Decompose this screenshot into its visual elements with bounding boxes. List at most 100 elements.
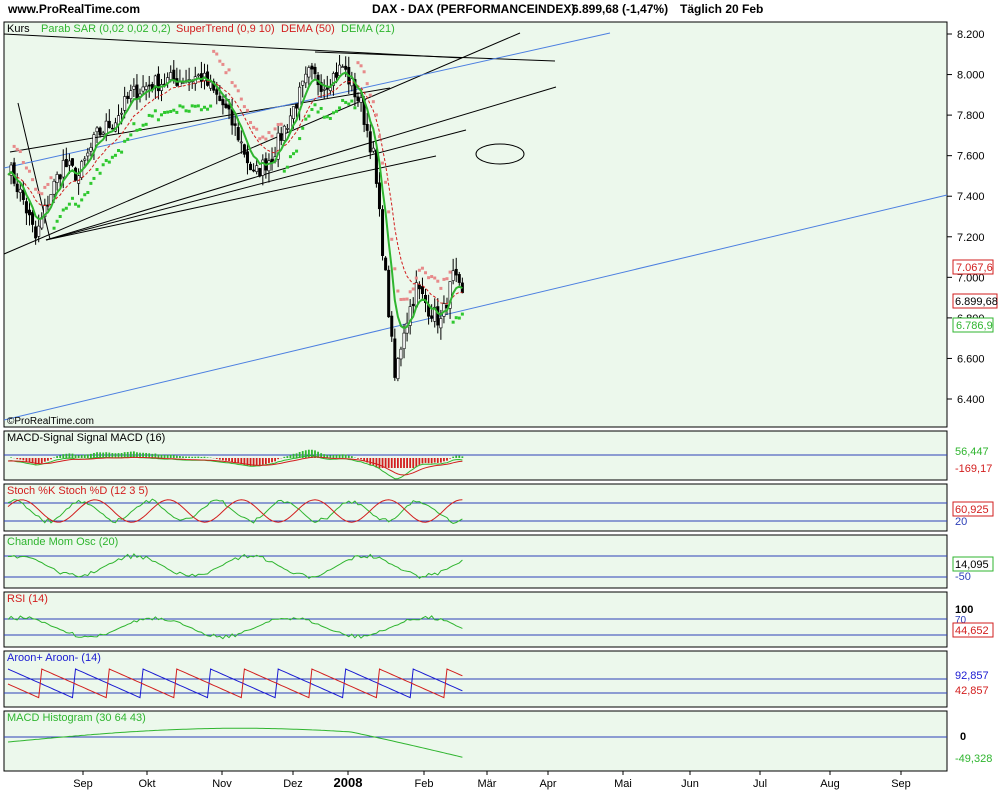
candle-body <box>442 303 446 317</box>
candle-body <box>381 209 385 256</box>
tick-label: 20 <box>955 516 967 528</box>
candle-body <box>267 160 271 172</box>
macd-bar <box>274 458 276 462</box>
sar-dot <box>92 176 96 180</box>
macd-bar <box>215 458 218 459</box>
sar-dot <box>61 208 65 212</box>
candle-body <box>304 73 308 84</box>
sar-dot <box>292 152 296 156</box>
sar-dot <box>273 127 277 131</box>
sar-dot <box>224 71 228 75</box>
sar-dot <box>424 271 428 275</box>
sar-dot <box>206 107 210 111</box>
macd-bar <box>59 455 62 458</box>
sar-dot <box>80 198 84 202</box>
candle-body <box>295 104 299 109</box>
sar-dot <box>393 267 397 271</box>
macd-bar <box>117 453 120 458</box>
macd-bar <box>93 452 95 458</box>
candle-body <box>67 160 71 166</box>
sar-dot <box>190 104 194 108</box>
macd-bar <box>157 454 160 458</box>
y-tick-label: 7.200 <box>957 232 985 244</box>
sar-dot <box>156 118 160 122</box>
macd-bar <box>277 458 280 460</box>
sar-dot <box>110 155 114 159</box>
macd-bar <box>378 458 381 468</box>
macd-bar <box>436 458 439 463</box>
candle-body <box>236 127 240 141</box>
sar-dot <box>258 137 262 141</box>
site-title[interactable]: www.ProRealTime.com <box>8 2 140 16</box>
panel-title: Chande Mom Osc (20) <box>7 536 118 548</box>
macd-bar <box>179 456 181 458</box>
candle-body <box>301 80 305 86</box>
macd-bar <box>350 456 353 458</box>
macd-bar <box>292 453 295 458</box>
macd-bar <box>271 458 273 463</box>
candle-body <box>52 180 56 195</box>
sar-dot <box>414 276 418 280</box>
sar-dot <box>267 131 271 135</box>
macd-bar <box>446 458 448 461</box>
sar-dot <box>368 93 372 97</box>
value-label: 42,857 <box>955 685 989 697</box>
candle-body <box>27 209 31 216</box>
candle-body <box>34 226 38 239</box>
y-tick-label: 8.000 <box>957 70 985 82</box>
candle-body <box>37 225 41 237</box>
sar-dot <box>104 159 108 163</box>
macd-bar <box>427 458 430 464</box>
sar-dot <box>215 52 219 56</box>
sar-dot <box>120 150 124 154</box>
sar-dot <box>322 115 326 119</box>
chart-area[interactable]: 6.4006.6006.8007.0007.2007.4007.6007.800… <box>0 18 1000 800</box>
candle-body <box>218 95 222 101</box>
candle-body <box>120 112 124 115</box>
macd-bar <box>206 457 209 458</box>
sar-dot <box>236 89 240 93</box>
candle-body <box>169 72 173 80</box>
sar-dot <box>70 196 74 200</box>
candle-body <box>135 84 139 100</box>
sar-dot <box>427 276 431 280</box>
sar-dot <box>86 191 90 195</box>
tick-label: -50 <box>955 571 971 583</box>
chart-period: Täglich 20 Feb <box>680 2 764 16</box>
sar-dot <box>381 161 385 165</box>
legend-sar: Parab SAR (0,02 0,02 0,2) <box>41 23 171 35</box>
sar-dot <box>288 155 292 159</box>
sar-dot <box>377 135 381 139</box>
sar-dot <box>279 122 283 126</box>
candle-body <box>230 109 234 126</box>
macd-bar <box>329 455 332 458</box>
sar-dot <box>117 149 121 153</box>
value-label: 7.067,6 <box>956 262 993 274</box>
macd-bar <box>449 458 451 459</box>
macd-bar <box>443 458 445 462</box>
sar-dot <box>129 133 133 137</box>
candle-body <box>221 99 225 106</box>
macd-bar <box>261 458 264 465</box>
candle-body <box>61 160 65 178</box>
sar-dot <box>175 110 179 114</box>
sar-dot <box>396 289 400 293</box>
macd-bar <box>83 454 86 458</box>
sar-dot <box>334 109 338 113</box>
macd-bar <box>400 458 402 468</box>
chart-header: www.ProRealTime.com DAX - DAX (PERFORMAN… <box>0 0 1000 18</box>
candle-body <box>196 74 200 77</box>
candle-body <box>365 123 369 131</box>
sar-dot <box>132 122 136 126</box>
sar-dot <box>356 61 360 65</box>
candle-body <box>328 87 332 91</box>
macd-bar <box>56 456 59 458</box>
candle-body <box>209 81 213 89</box>
y-tick-label: 8.200 <box>957 29 985 41</box>
macd-bar <box>65 453 68 458</box>
candle-body <box>279 133 283 141</box>
macd-bar <box>455 455 458 458</box>
candle-body <box>95 127 99 133</box>
price-panel <box>3 21 948 428</box>
macd-bar <box>341 454 344 458</box>
